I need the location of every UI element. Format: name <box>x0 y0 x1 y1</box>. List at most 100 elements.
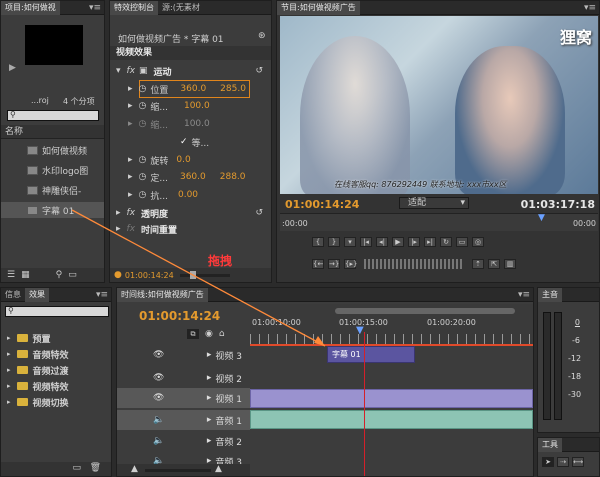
track-video-1[interactable]: 👁 ▸ 视频 1 <box>117 388 250 408</box>
zoom-in-icon[interactable]: ▲ <box>215 464 222 474</box>
uniform-scale-checkbox[interactable]: ✓ <box>180 137 188 147</box>
anchor-row[interactable]: ▸ ◷ 定... 360.0 288.0 <box>110 169 271 185</box>
go-to-in-button[interactable]: |◂ <box>360 237 372 247</box>
project-search-input[interactable]: ⚲ <box>7 110 99 121</box>
master-tab[interactable]: 主音 <box>538 288 562 302</box>
project-item-selected[interactable]: 字幕 01 <box>1 202 104 218</box>
ripple-edit-tool-icon[interactable]: ⟷ <box>572 457 584 467</box>
tools-tab[interactable]: 工具 <box>538 438 562 452</box>
project-column-header[interactable]: 名称 <box>1 125 104 139</box>
effects-folder[interactable]: ▸ 视频切换 <box>1 394 111 410</box>
track-video-2[interactable]: 👁 ▸ 视频 2 <box>117 368 250 388</box>
mark-in-button[interactable]: { <box>312 237 324 247</box>
position-row[interactable]: ▸ ◷ 位置 360.0 285.0 <box>110 81 271 97</box>
timeline-ruler[interactable]: 01:00:10:00 01:00:15:00 01:00:20:00 ▼ <box>250 304 533 344</box>
effects-folder[interactable]: ▸ 视频特效 <box>1 378 111 394</box>
stopwatch-icon[interactable]: ◷ <box>139 84 147 94</box>
play-thumbnail-icon[interactable]: ▶ <box>9 63 16 73</box>
extract-button[interactable]: ⇱ <box>488 259 500 269</box>
opacity-row[interactable]: ▸ fx 透明度 ↺ <box>110 205 271 221</box>
trim-button[interactable]: ▥ <box>504 259 516 269</box>
fit-select[interactable]: 适配 ▾ <box>399 197 469 209</box>
effect-controls-timecode[interactable]: 01:00:14:24 <box>125 271 174 280</box>
zoom-scrollbar[interactable] <box>335 308 515 314</box>
stopwatch-icon[interactable]: ◷ <box>139 155 147 165</box>
effects-folder[interactable]: ▸ 预置 <box>1 330 111 346</box>
add-marker-button[interactable]: ▾ <box>344 237 356 247</box>
list-view-icon[interactable]: ☰ <box>7 270 15 280</box>
info-tab[interactable]: 信息 <box>1 288 25 302</box>
output-button[interactable]: ◎ <box>472 237 484 247</box>
timeline-timecode[interactable]: 01:00:14:24 <box>139 309 220 323</box>
playhead-icon[interactable]: ▼ <box>538 213 545 223</box>
speaker-icon[interactable]: 🔈 <box>153 415 164 425</box>
stopwatch-icon[interactable]: ◷ <box>139 190 147 200</box>
track-audio-2[interactable]: 🔈 ▸ 音频 2 <box>117 431 250 451</box>
mark-out-button[interactable]: } <box>328 237 340 247</box>
eye-icon[interactable]: 👁 <box>153 350 164 360</box>
project-item[interactable]: 水印logo图 <box>1 162 104 178</box>
scale-row[interactable]: ▸ ◷ 缩... 100.0 <box>110 98 271 114</box>
zoom-out-icon[interactable]: ▲ <box>131 464 138 474</box>
motion-row[interactable]: ▾ fx ▣ 运动 ↺ <box>110 63 271 79</box>
program-tab[interactable]: 节目:如何做视频广告 <box>277 1 360 15</box>
scale-value[interactable]: 100.0 <box>184 101 210 111</box>
expand-icon[interactable]: ⊛ <box>258 31 266 41</box>
selection-tool-icon[interactable]: ➤ <box>542 457 554 467</box>
video-1-clip[interactable] <box>250 389 533 408</box>
program-timecode-current[interactable]: 01:00:14:24 <box>285 198 359 211</box>
anti-flicker-value[interactable]: 0.00 <box>178 190 198 200</box>
uniform-scale-row[interactable]: ✓ 等... <box>110 134 271 150</box>
audio-1-clip[interactable] <box>250 410 533 429</box>
track-video-3[interactable]: 👁 ▸ 视频 3 <box>117 345 250 365</box>
effects-folder[interactable]: ▸ 音频特效 <box>1 346 111 362</box>
stopwatch-icon[interactable]: ◷ <box>139 101 147 111</box>
speaker-icon[interactable]: 🔈 <box>153 436 164 446</box>
search-icon[interactable]: ⚲ <box>56 270 63 280</box>
reset-icon[interactable]: ↺ <box>255 66 263 76</box>
eye-icon[interactable]: 👁 <box>153 393 164 403</box>
track-audio-1[interactable]: 🔈 ▸ 音频 1 <box>117 410 250 430</box>
zoom-slider[interactable] <box>179 270 230 279</box>
play-button[interactable]: ▶ <box>392 237 404 247</box>
panel-menu-icon[interactable]: ▾≡ <box>96 290 108 300</box>
reset-icon[interactable]: ↺ <box>255 208 263 218</box>
snap-button[interactable]: ⧉ <box>187 329 199 339</box>
anchor-x-value[interactable]: 360.0 <box>180 172 206 182</box>
time-remap-row[interactable]: ▸ fx 时间重置 <box>110 221 271 237</box>
project-item[interactable]: 如何做视频 <box>1 142 104 158</box>
go-to-prev-edit-button[interactable]: {← <box>312 259 324 269</box>
project-tab[interactable]: 项目:如何做视 <box>1 1 60 15</box>
panel-menu-icon[interactable]: ▾≡ <box>584 3 596 13</box>
step-back-button[interactable]: ◂| <box>376 237 388 247</box>
anchor-y-value[interactable]: 288.0 <box>220 172 246 182</box>
source-tab[interactable]: 源:(无素材 <box>158 1 204 15</box>
rotation-value[interactable]: 0.0 <box>176 155 190 165</box>
playhead-icon[interactable]: ▼ <box>356 325 364 336</box>
new-bin-icon[interactable]: ▭ <box>72 463 81 473</box>
lock-icon[interactable]: ⌂ <box>219 329 225 339</box>
zoom-slider[interactable] <box>145 469 211 472</box>
panel-menu-icon[interactable]: ▾≡ <box>89 3 101 13</box>
program-ruler[interactable]: :00:00 00:00 ▼ <box>280 213 598 231</box>
go-to-next-edit-button[interactable]: →} <box>328 259 340 269</box>
effects-search-input[interactable]: ⚲ <box>5 306 109 317</box>
stopwatch-icon[interactable]: ◷ <box>139 172 147 182</box>
marker-icon[interactable]: ◉ <box>205 329 213 339</box>
eye-icon[interactable]: 👁 <box>153 373 164 383</box>
play-in-to-out-button[interactable]: {▸} <box>344 259 357 269</box>
rotation-row[interactable]: ▸ ◷ 旋转 0.0 <box>110 152 271 168</box>
step-forward-button[interactable]: |▸ <box>408 237 420 247</box>
position-y-value[interactable]: 285.0 <box>220 84 246 94</box>
loop-button[interactable]: ↻ <box>440 237 452 247</box>
effect-controls-tab[interactable]: 特效控制台 <box>110 1 158 15</box>
effects-tab[interactable]: 效果 <box>25 288 49 302</box>
lift-button[interactable]: ⇡ <box>472 259 484 269</box>
effects-folder[interactable]: ▸ 音频过渡 <box>1 362 111 378</box>
go-to-out-button[interactable]: ▸| <box>424 237 436 247</box>
track-select-tool-icon[interactable]: ⇢ <box>557 457 569 467</box>
panel-menu-icon[interactable]: ▾≡ <box>518 290 530 300</box>
jog-shuttle[interactable] <box>364 259 464 269</box>
project-item[interactable]: 神雕侠侣- <box>1 182 104 198</box>
title-clip[interactable]: 字幕 01 <box>327 346 415 363</box>
